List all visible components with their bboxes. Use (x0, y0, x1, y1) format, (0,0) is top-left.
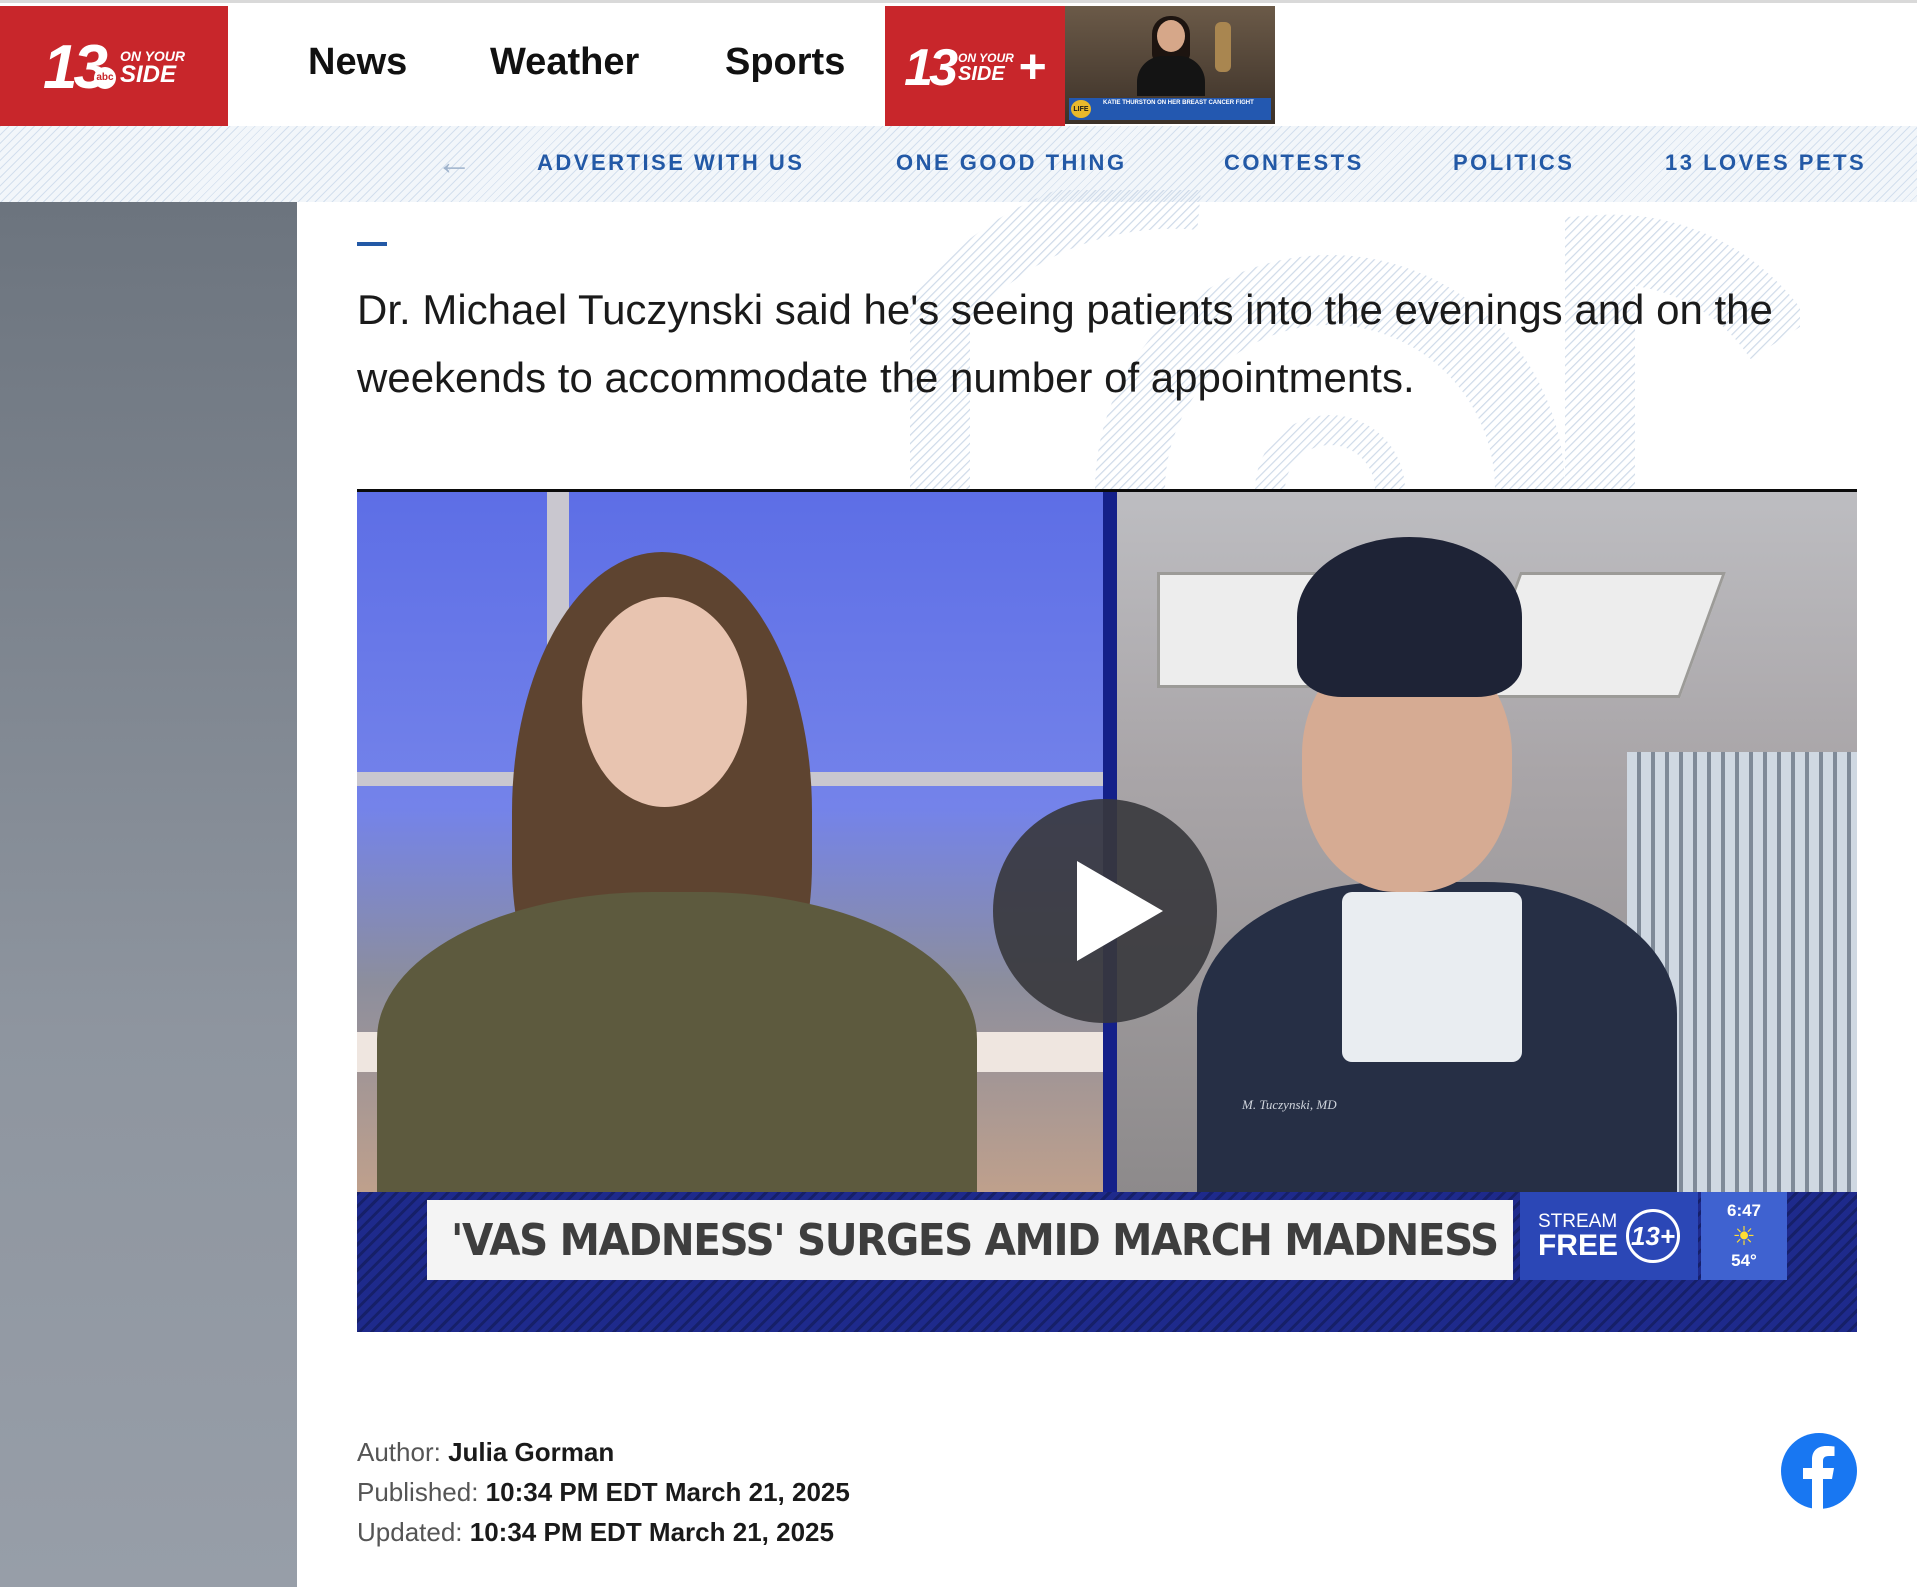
logo-number: 13 (42, 32, 108, 102)
section-accent-line (357, 242, 387, 246)
promo-person (1135, 16, 1205, 96)
station-plus-button[interactable]: 13 ON YOUR SIDE + (885, 6, 1065, 129)
station-logo[interactable]: 13 abc ON YOUR SIDE (0, 6, 228, 129)
byline-published: Published: 10:34 PM EDT March 21, 2025 (357, 1477, 850, 1508)
plus-logo-number: 13 (904, 38, 958, 97)
sun-icon: ☀ (1732, 1221, 1756, 1251)
scrub-embroidered-name: M. Tuczynski, MD (1242, 1097, 1337, 1112)
nav-sports[interactable]: Sports (725, 41, 845, 84)
nav-news[interactable]: News (308, 41, 407, 84)
updated-label: Updated: (357, 1517, 463, 1547)
nav-weather[interactable]: Weather (490, 41, 639, 84)
stream-free-promo: STREAM FREE 13+ (1520, 1192, 1698, 1280)
video-doctor-scene (1117, 492, 1857, 1212)
stream-line2: FREE (1537, 1228, 1618, 1262)
plus-logo-line2: SIDE (958, 62, 1005, 85)
broadcast-time: 6:47 (1726, 1201, 1762, 1220)
plus-logo-mark: 13 ON YOUR SIDE + (904, 40, 1046, 95)
subnav-advertise[interactable]: ADVERTISE WITH US (537, 150, 804, 176)
article-paragraph: Dr. Michael Tuczynski said he's seeing p… (357, 286, 1773, 401)
subnav-contests[interactable]: CONTESTS (1224, 150, 1364, 176)
author-name: Julia Gorman (448, 1437, 615, 1467)
site-header: 13 abc ON YOUR SIDE News Weather Sports … (0, 0, 1917, 129)
stream-logo: 13+ (1626, 1209, 1680, 1263)
video-anchor-scene (357, 492, 1103, 1212)
arrow-left-icon[interactable]: ← (436, 144, 472, 180)
broadcast-temperature: 54° (1731, 1251, 1757, 1270)
subnav-politics[interactable]: POLITICS (1453, 150, 1574, 176)
byline-author: Author: Julia Gorman (357, 1437, 614, 1468)
subnav-one-good-thing[interactable]: ONE GOOD THING (896, 150, 1127, 176)
promo-badge: LIFE (1071, 100, 1091, 118)
plus-logo-line1: ON YOUR (958, 50, 1014, 65)
video-headline: 'VAS MADNESS' SURGES AMID MARCH MADNESS (451, 1214, 1499, 1266)
left-ad-rail (0, 202, 297, 1587)
play-button[interactable] (993, 799, 1217, 1023)
stream-line1: STREAM (1537, 1210, 1618, 1232)
play-icon (1077, 861, 1163, 961)
promo-background-lamp (1215, 22, 1231, 72)
updated-date: 10:34 PM EDT March 21, 2025 (469, 1517, 834, 1547)
logo-mark: 13 abc ON YOUR SIDE (42, 32, 185, 102)
video-player[interactable]: 'VAS MADNESS' SURGES AMID MARCH MADNESS … (357, 489, 1857, 1332)
published-label: Published: (357, 1477, 479, 1507)
byline-updated: Updated: 10:34 PM EDT March 21, 2025 (357, 1517, 834, 1548)
subnav-13-loves-pets[interactable]: 13 LOVES PETS (1665, 150, 1866, 176)
promo-video-thumbnail[interactable]: KATIE THURSTON ON HER BREAST CANCER FIGH… (1065, 6, 1275, 124)
author-label: Author: (357, 1437, 441, 1467)
video-headline-box: 'VAS MADNESS' SURGES AMID MARCH MADNESS (427, 1200, 1513, 1280)
abc-icon: abc (93, 66, 116, 89)
time-weather-box: 6:47 ☀ 54° (1701, 1192, 1787, 1280)
logo-line2: SIDE (119, 60, 176, 88)
published-date: 10:34 PM EDT March 21, 2025 (485, 1477, 850, 1507)
facebook-icon[interactable] (1781, 1433, 1857, 1509)
promo-caption: KATIE THURSTON ON HER BREAST CANCER FIGH… (1069, 98, 1271, 120)
plus-icon: + (1017, 41, 1046, 94)
video-lower-third: 'VAS MADNESS' SURGES AMID MARCH MADNESS … (357, 1192, 1857, 1332)
